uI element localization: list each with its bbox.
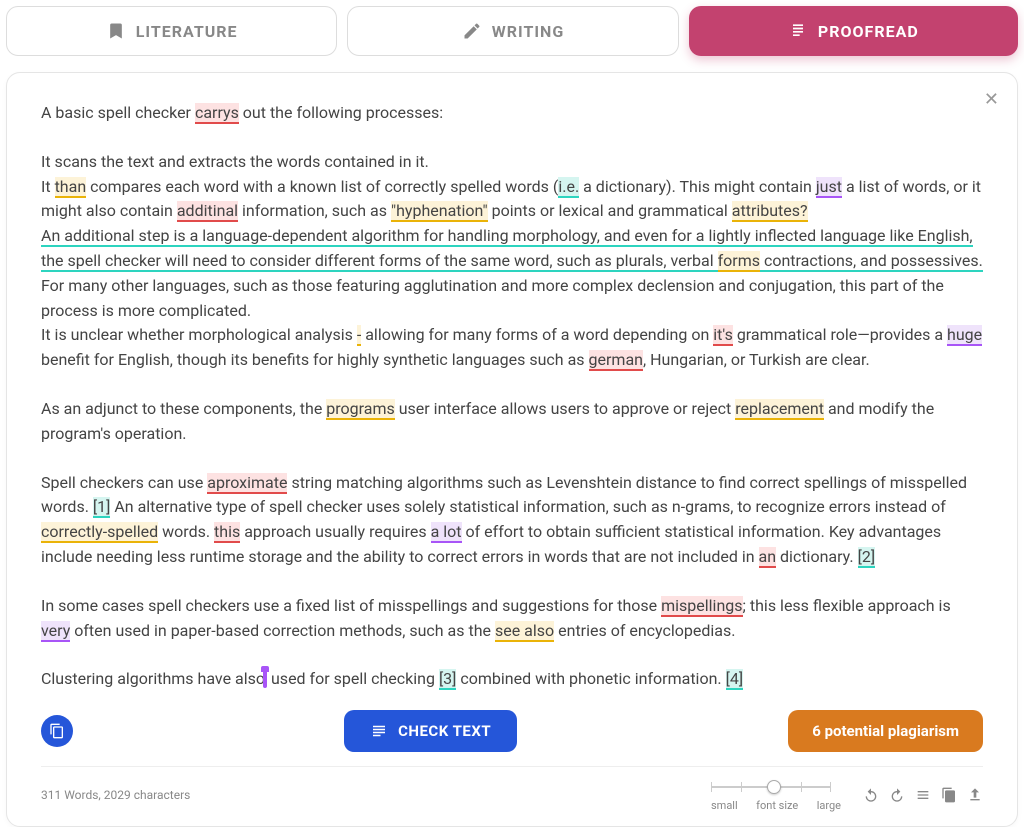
copy-icon <box>49 723 65 739</box>
issue-grammar[interactable]: than <box>55 177 87 198</box>
lines-icon[interactable] <box>915 787 931 803</box>
issue-style[interactable]: very <box>41 621 70 642</box>
issue-ref[interactable]: [4] <box>726 669 743 690</box>
issue-longsentence[interactable]: An additional step is a language-depende… <box>41 226 983 272</box>
document-body[interactable]: A basic spell checker carrys out the fol… <box>41 101 983 692</box>
mode-tabs: LITERATURE WRITING PROOFREAD <box>0 0 1024 56</box>
pencil-icon <box>462 21 482 41</box>
issue-spelling[interactable]: additinal <box>177 201 238 222</box>
issue-style[interactable]: just <box>816 177 842 198</box>
font-size-slider[interactable]: small font size large <box>711 777 841 812</box>
issue-grammar[interactable]: forms <box>718 251 760 272</box>
issue-grammar[interactable]: an <box>759 547 777 568</box>
insertion-caret[interactable] <box>263 670 267 688</box>
document-lines-icon <box>788 21 808 41</box>
word-count: 311 Words, 2029 characters <box>41 788 190 802</box>
tab-label: WRITING <box>492 22 565 41</box>
issue-spelling[interactable]: mispellings <box>661 596 742 617</box>
undo-icon[interactable] <box>863 787 879 803</box>
redo-icon[interactable] <box>889 787 905 803</box>
bookmark-icon <box>106 21 126 41</box>
upload-icon[interactable] <box>967 787 983 803</box>
tab-label: PROOFREAD <box>818 22 919 41</box>
tab-writing[interactable]: WRITING <box>347 6 678 56</box>
issue-ref[interactable]: [2] <box>858 547 875 568</box>
tab-literature[interactable]: LITERATURE <box>6 6 337 56</box>
issue-spelling[interactable]: carrys <box>195 103 239 124</box>
issue-cap[interactable]: this <box>214 522 240 543</box>
plagiarism-button[interactable]: 6 potential plagiarism <box>788 710 983 752</box>
proofread-panel: ✕ A basic spell checker carrys out the f… <box>6 72 1018 827</box>
issue-spelling[interactable]: aproximate <box>207 473 287 494</box>
check-text-button[interactable]: CHECK TEXT <box>344 710 517 752</box>
document-lines-icon <box>370 722 388 740</box>
issue-style[interactable]: see also <box>495 621 554 642</box>
issue-style[interactable]: i.e. <box>558 177 579 198</box>
issue-style[interactable]: huge <box>947 325 982 346</box>
issue-grammar[interactable]: programs <box>326 399 394 420</box>
issue-ref[interactable]: [1] <box>93 497 110 518</box>
close-icon[interactable]: ✕ <box>984 89 999 110</box>
tab-proofread[interactable]: PROOFREAD <box>689 6 1018 56</box>
issue-hyphen[interactable]: correctly-spelled <box>41 522 158 543</box>
copy-button[interactable] <box>41 715 73 747</box>
issue-cap[interactable]: german <box>589 350 643 371</box>
issue-style[interactable]: a lot <box>431 522 462 543</box>
issue-grammar[interactable]: replacement <box>735 399 824 420</box>
copy-icon[interactable] <box>941 787 957 803</box>
issue-punct[interactable]: "hyphenation" <box>391 201 488 222</box>
issue-punct[interactable]: attributes? <box>732 201 808 222</box>
issue-grammar[interactable]: it's <box>713 325 733 346</box>
tab-label: LITERATURE <box>136 22 238 41</box>
issue-ref[interactable]: [3] <box>439 669 456 690</box>
